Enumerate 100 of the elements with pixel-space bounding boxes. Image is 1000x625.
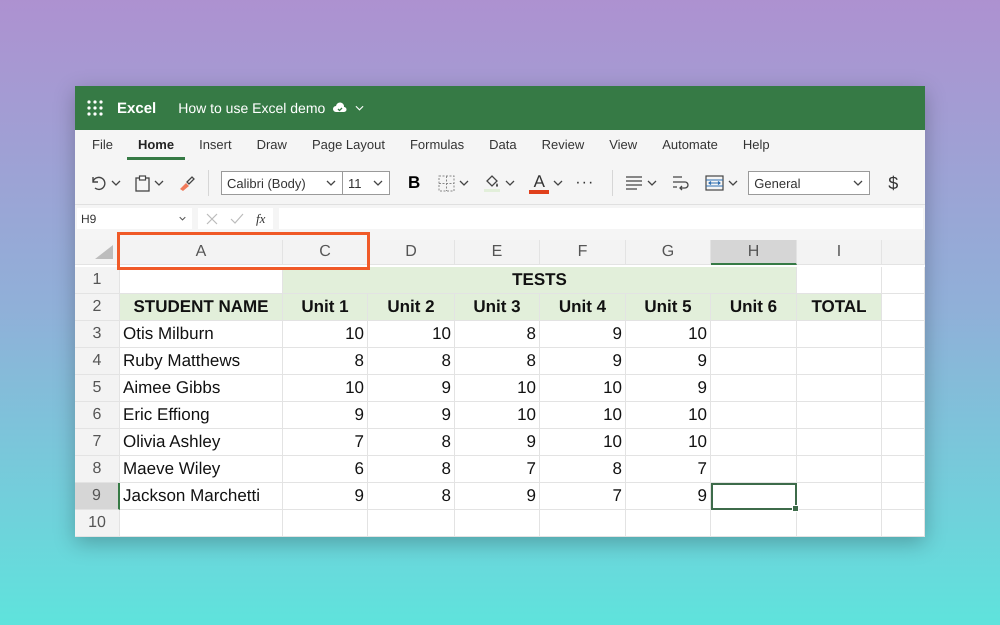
row-header[interactable]: 7 xyxy=(75,429,120,456)
table-cell: 9 xyxy=(540,321,626,348)
format-painter-icon[interactable] xyxy=(178,175,196,191)
table-cell: 10 xyxy=(626,321,711,348)
font-name-dropdown[interactable]: Calibri (Body) xyxy=(221,171,343,195)
table-cell: 8 xyxy=(368,456,455,483)
column-header[interactable]: A xyxy=(120,240,283,265)
insert-function-button[interactable]: fx xyxy=(256,210,266,226)
menu-tab[interactable]: Home xyxy=(126,132,186,160)
table-title: TESTS xyxy=(283,267,797,294)
menu-tab[interactable]: Automate xyxy=(651,132,729,160)
caret-icon[interactable] xyxy=(728,180,738,186)
column-header[interactable]: F xyxy=(540,240,626,265)
menu-tab[interactable]: Review xyxy=(530,132,596,160)
empty-cell xyxy=(882,321,925,348)
column-header[interactable] xyxy=(75,240,120,265)
table-cell: 8 xyxy=(368,429,455,456)
table-cell: 10 xyxy=(283,375,368,402)
table-cell: Jackson Marchetti xyxy=(120,483,283,510)
wrap-text-icon[interactable] xyxy=(671,174,690,192)
caret-icon[interactable] xyxy=(505,180,516,186)
number-format-dropdown[interactable]: General xyxy=(748,171,870,195)
row-header[interactable]: 5 xyxy=(75,375,120,402)
align-icon[interactable] xyxy=(625,176,644,190)
table-cell: 10 xyxy=(455,402,540,429)
table-cell: 10 xyxy=(540,429,626,456)
merge-cells-icon[interactable] xyxy=(705,175,724,191)
table-cell: 9 xyxy=(455,483,540,510)
menu-tab[interactable]: Help xyxy=(732,132,781,160)
font-size-dropdown[interactable]: 11 xyxy=(342,171,390,195)
table-cell: 8 xyxy=(368,483,455,510)
column-header[interactable]: C xyxy=(283,240,368,265)
empty-cell xyxy=(882,456,925,483)
menu-tab[interactable]: Formulas xyxy=(398,132,476,160)
table-cell: 9 xyxy=(283,402,368,429)
table-cell: Olivia Ashley xyxy=(120,429,283,456)
empty-cell xyxy=(882,510,925,537)
row-header[interactable]: 6 xyxy=(75,402,120,429)
clipboard-icon[interactable] xyxy=(135,174,150,192)
app-name: Excel xyxy=(117,100,156,116)
table-cell: 10 xyxy=(368,321,455,348)
empty-cell xyxy=(882,429,925,456)
caret-icon[interactable] xyxy=(553,180,564,186)
table-cell: 7 xyxy=(455,456,540,483)
caret-icon[interactable] xyxy=(853,180,864,186)
table-cell: 9 xyxy=(455,429,540,456)
app-launcher-icon[interactable] xyxy=(87,100,103,116)
selected-cell[interactable] xyxy=(711,483,797,510)
table-cell: 9 xyxy=(626,375,711,402)
row-header[interactable]: 4 xyxy=(75,348,120,375)
column-heading: Unit 6 xyxy=(711,294,797,321)
table-cell: 10 xyxy=(626,402,711,429)
table-cell: 8 xyxy=(455,321,540,348)
table-cell: 10 xyxy=(540,375,626,402)
menu-tab[interactable]: Draw xyxy=(246,132,298,160)
table-cell: Otis Milburn xyxy=(120,321,283,348)
row-header[interactable]: 2 xyxy=(75,294,120,321)
fill-color-icon[interactable] xyxy=(483,174,502,192)
table-cell: 9 xyxy=(540,348,626,375)
column-heading: Unit 5 xyxy=(626,294,711,321)
bold-button[interactable]: B xyxy=(408,173,420,193)
column-header[interactable]: D xyxy=(368,240,455,265)
table-cell: 8 xyxy=(540,456,626,483)
document-title[interactable]: How to use Excel demo xyxy=(178,100,326,116)
row-header[interactable]: 8 xyxy=(75,456,120,483)
table-cell: 9 xyxy=(283,483,368,510)
menu-tab[interactable]: View xyxy=(598,132,648,160)
column-header[interactable]: I xyxy=(797,240,882,265)
empty-cell xyxy=(882,375,925,402)
caret-icon[interactable] xyxy=(154,180,164,186)
caret-icon[interactable] xyxy=(459,180,470,186)
check-icon[interactable] xyxy=(230,213,244,224)
column-header[interactable]: H xyxy=(711,240,797,265)
currency-button[interactable]: $ xyxy=(888,172,898,194)
table-cell: 7 xyxy=(283,429,368,456)
caret-icon[interactable] xyxy=(647,180,658,186)
caret-icon[interactable] xyxy=(179,216,186,221)
table-cell: 8 xyxy=(368,348,455,375)
menu-tab[interactable]: Page Layout xyxy=(300,132,396,160)
column-header[interactable]: G xyxy=(626,240,711,265)
caret-icon[interactable] xyxy=(373,180,383,186)
row-header[interactable]: 3 xyxy=(75,321,120,348)
empty-cell xyxy=(882,267,925,294)
column-header[interactable]: E xyxy=(455,240,540,265)
row-header[interactable]: 9 xyxy=(75,483,120,510)
menu-tab[interactable]: File xyxy=(81,132,124,160)
row-header[interactable]: 10 xyxy=(75,510,120,537)
caret-icon[interactable] xyxy=(111,180,121,186)
name-box[interactable]: H9 xyxy=(77,208,192,229)
table-cell: 10 xyxy=(540,402,626,429)
table-cell: 9 xyxy=(626,348,711,375)
more-button[interactable]: ··· xyxy=(575,174,594,192)
caret-icon[interactable] xyxy=(326,180,336,186)
column-heading: Unit 2 xyxy=(368,294,455,321)
cloud-saved-icon xyxy=(333,102,348,114)
table-cell: 10 xyxy=(283,321,368,348)
menu-tab[interactable]: Insert xyxy=(188,132,243,160)
row-header[interactable]: 1 xyxy=(75,267,120,294)
font-color-button[interactable]: A xyxy=(529,172,550,194)
menu-tab[interactable]: Data xyxy=(478,132,528,160)
